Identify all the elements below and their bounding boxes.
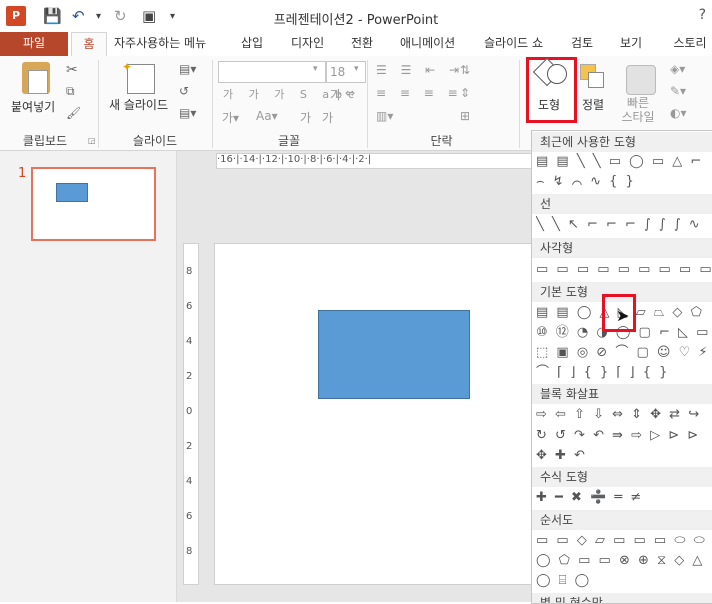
shape-row[interactable]: ⬚ ▣ ◎ ⊘ ⌒ ▢ ☺ ♡ ⚡ — [536, 344, 711, 362]
shape-row[interactable]: ⌒ ⌈ ⌋ { } ⌈ ⌋ { } — [536, 364, 711, 382]
clear-format-icon[interactable]: Aa▾ — [256, 109, 278, 123]
gallery-section-rectangles: 사각형 — [532, 238, 712, 258]
vertical-ruler: 8 6 4 2 0 2 4 6 8 — [183, 243, 199, 585]
font-shrink-icon[interactable]: 가 — [300, 109, 311, 126]
list-buttons[interactable]: ☰ ☰ ⇤ ⇥ — [376, 63, 464, 77]
tab-design[interactable]: 디자인 — [291, 32, 324, 56]
quick-styles-button[interactable]: 빠른 스타일 — [616, 96, 660, 124]
shape-row[interactable]: ◯ ⌸ ◯ — [536, 572, 711, 590]
group-divider — [519, 60, 520, 148]
shapes-circle-icon — [547, 64, 567, 84]
font-grow-icon[interactable]: 가 — [330, 86, 341, 103]
ruler-tick: 2 — [186, 441, 193, 452]
new-slide-star-icon: ✦ — [122, 60, 133, 74]
ruler-tick: 8 — [186, 266, 193, 277]
tab-review[interactable]: 검토 — [571, 32, 593, 56]
copy-icon[interactable]: ⧉ — [66, 84, 75, 99]
tab-storyboard[interactable]: 스토리보 — [668, 32, 712, 73]
shape-row[interactable]: ▤ ▤ ╲ ╲ ▭ ◯ ▭ △ ⌐ — [536, 153, 711, 171]
shape-row[interactable]: ↻ ↺ ↷ ↶ ⇛ ⇨ ▷ ⊳ ⊳ — [536, 427, 711, 445]
paste-page-icon — [28, 70, 48, 94]
tab-home[interactable]: 홈 — [71, 32, 107, 57]
quick-styles-icon — [626, 65, 656, 95]
gallery-section-recent: 최근에 사용한 도형 — [532, 132, 712, 152]
arrange-button[interactable]: 정렬 — [582, 96, 604, 113]
gallery-section-stars: 별 및 현수막 — [532, 593, 712, 603]
paste-button[interactable]: 붙여넣기 — [11, 98, 55, 115]
window-title: 프레젠테이션2 - PowerPoint — [273, 13, 439, 28]
align-buttons[interactable]: ≡ ≡ ≡ ≡ — [376, 86, 463, 100]
shape-row[interactable]: ✚ ━ ✖ ➗ ═ ≠ — [536, 489, 711, 507]
slides-group-label: 슬라이드 — [132, 134, 178, 148]
shape-row[interactable]: ▭ ▭ ▭ ▭ ▭ ▭ ▭ ▭ ▭ — [536, 261, 711, 279]
column-button[interactable]: ▥▾ — [376, 109, 393, 123]
mouse-cursor-icon: ➤ — [616, 306, 630, 325]
tab-file[interactable]: 파일 — [0, 32, 68, 56]
shape-row[interactable]: ⇨ ⇦ ⇧ ⇩ ⇔ ⇕ ✥ ⇄ ↪ — [536, 406, 711, 424]
char-spacing-icon[interactable]: ⇔ — [345, 86, 355, 100]
font-group-label: 글꼴 — [277, 134, 301, 148]
ruler-tick: 4 — [186, 336, 193, 347]
font-name-combo[interactable] — [218, 61, 326, 83]
ruler-tick: 6 — [186, 301, 193, 312]
tab-animations[interactable]: 애니메이션 — [400, 32, 455, 56]
clipboard-group-label: 클립보드 — [22, 134, 68, 148]
new-slide-button[interactable]: 새 슬라이드 — [109, 96, 168, 113]
smartart-icon[interactable]: ⊞ — [460, 109, 470, 123]
slide-canvas[interactable] — [214, 243, 536, 585]
align-text-icon[interactable]: ⇕ — [460, 86, 470, 100]
tab-slideshow[interactable]: 슬라이드 쇼 — [484, 32, 543, 56]
shape-effects-icon[interactable]: ◐▾ — [670, 106, 687, 120]
shape-row[interactable]: ╲ ╲ ↖ ⌐ ⌐ ⌐ ∫ ∫ ∫ ∿ — [536, 216, 711, 234]
shape-row[interactable]: ✥ ✚ ↶ — [536, 447, 711, 465]
shape-outline-icon[interactable]: ✎▾ — [670, 84, 686, 98]
cut-icon[interactable]: ✂ — [66, 62, 78, 78]
clipboard-launcher-icon[interactable]: ◲ — [88, 136, 96, 145]
tab-insert[interactable]: 삽입 — [241, 32, 263, 56]
tab-favorites[interactable]: 자주사용하는 메뉴 — [114, 32, 206, 56]
ruler-tick: 4 — [186, 476, 193, 487]
shape-fill-icon[interactable]: ◈▾ — [670, 62, 685, 76]
slide-number: 1 — [18, 166, 27, 181]
shapes-label: 도형 — [538, 98, 561, 112]
ruler-tick: 2 — [186, 371, 193, 382]
font-size-dropdown-icon[interactable]: ▾ — [354, 64, 359, 74]
help-button[interactable]: ? — [699, 7, 706, 23]
gallery-section-lines: 선 — [532, 194, 712, 214]
font-hanja-icon[interactable]: 가 — [322, 109, 333, 126]
format-painter-icon[interactable]: 🖌 — [66, 106, 81, 120]
tab-transitions[interactable]: 전환 — [351, 32, 373, 56]
text-direction-icon[interactable]: ⇅ — [460, 63, 470, 77]
ruler-tick: 8 — [186, 546, 193, 557]
horizontal-ruler: ·16·|·14·|·12·|·10·|·8·|·6·|·4·|·2·| — [216, 153, 538, 169]
gallery-section-block-arrows: 블록 화살표 — [532, 384, 712, 404]
tab-view[interactable]: 보기 — [620, 32, 642, 56]
ruler-tick: 0 — [186, 406, 193, 417]
shape-row[interactable]: ⌢ ↯ ⌒ ∿ { } — [536, 173, 711, 191]
paragraph-group-label: 단락 — [430, 134, 453, 148]
arrange-icon-b — [588, 72, 604, 88]
gallery-section-flowchart: 순서도 — [532, 510, 712, 530]
group-divider — [367, 60, 368, 148]
group-divider — [98, 60, 99, 148]
font-name-dropdown-icon[interactable]: ▾ — [313, 64, 318, 74]
font-size-combo[interactable]: 18 — [326, 61, 366, 83]
shapes-gallery: 최근에 사용한 도형 ▤ ▤ ╲ ╲ ▭ ◯ ▭ △ ⌐ ⌢ ↯ ⌒ ∿ { }… — [531, 130, 712, 604]
shape-row[interactable]: ◯ ⬠ ▭ ▭ ⊗ ⊕ ⧖ ◇ △ — [536, 552, 711, 570]
reset-icon[interactable]: ↺ — [179, 84, 189, 98]
font-color-icon[interactable]: 가▾ — [222, 109, 239, 126]
group-divider — [212, 60, 213, 148]
shape-row[interactable]: ▭ ▭ ◇ ▱ ▭ ▭ ▭ ⬭ ⬭ — [536, 532, 711, 550]
ruler-tick: 6 — [186, 511, 193, 522]
blue-rectangle-shape[interactable] — [318, 310, 470, 399]
layout-icon[interactable]: ▤▾ — [179, 62, 196, 76]
slide-thumbnail[interactable] — [31, 167, 156, 241]
gallery-section-equation: 수식 도형 — [532, 467, 712, 487]
section-icon[interactable]: ▤▾ — [179, 106, 196, 120]
thumbnail-rectangle — [56, 183, 88, 202]
